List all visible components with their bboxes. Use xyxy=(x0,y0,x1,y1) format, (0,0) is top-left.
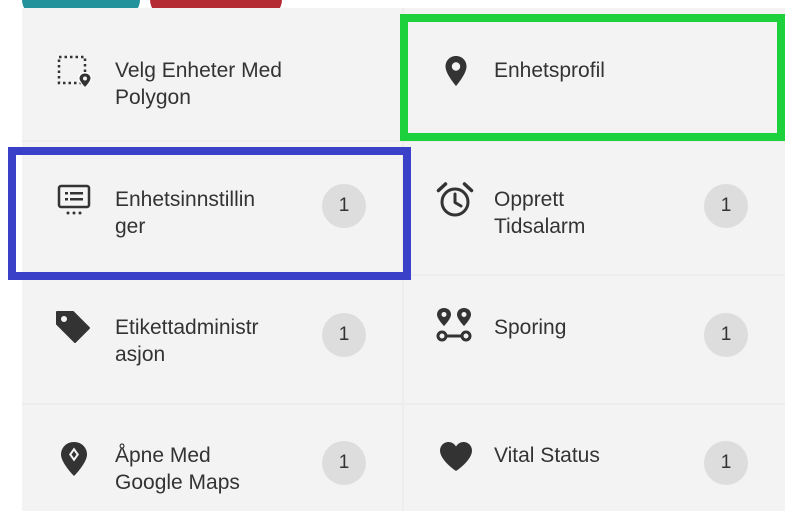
heart-icon xyxy=(437,438,475,476)
menu-item-label: Enhetsinnstillin ger xyxy=(115,188,256,238)
count-badge: 1 xyxy=(704,441,748,485)
map-marker-icon xyxy=(56,440,92,478)
device-settings-icon xyxy=(56,183,92,219)
tag-icon xyxy=(53,307,93,347)
menu-item-label: Enhetsprofil xyxy=(494,59,605,82)
count-badge: 1 xyxy=(704,184,748,228)
menu-item-label: Sporing xyxy=(494,316,567,339)
count-badge: 1 xyxy=(704,313,748,357)
count-badge: 1 xyxy=(322,184,366,228)
menu-item-label: Velg Enheter Med Polygon xyxy=(115,59,282,109)
tracking-route-icon xyxy=(433,305,475,347)
menu-item-label: Etikettadministr asjon xyxy=(115,316,259,366)
select-polygon-icon xyxy=(56,54,92,90)
menu-item-label: Vital Status xyxy=(494,444,600,467)
count-badge: 1 xyxy=(322,441,366,485)
alarm-clock-icon xyxy=(435,180,475,220)
menu-item-label: Opprett Tidsalarm xyxy=(494,188,586,238)
menu-item-label: Åpne Med Google Maps xyxy=(115,444,240,494)
location-pin-icon xyxy=(437,52,475,90)
count-badge: 1 xyxy=(322,313,366,357)
device-menu-screen: Velg Enheter Med Polygon Enhetsprofil En… xyxy=(0,0,785,511)
